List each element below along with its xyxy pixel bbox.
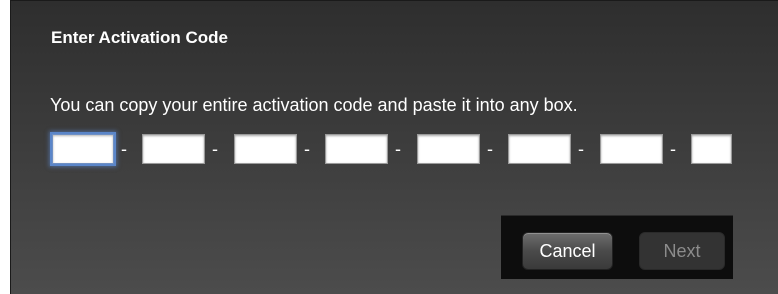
dialog-title: Enter Activation Code xyxy=(51,28,228,47)
cancel-button[interactable]: Cancel xyxy=(522,232,613,270)
code-field-1[interactable] xyxy=(52,134,114,164)
activation-dialog: Enter Activation Code You can copy your … xyxy=(10,0,778,294)
code-field-4[interactable] xyxy=(325,134,388,164)
code-separator: - xyxy=(304,139,310,159)
code-separator: - xyxy=(121,139,127,159)
code-field-7[interactable] xyxy=(600,134,663,164)
next-button[interactable]: Next xyxy=(639,232,725,270)
code-separator: - xyxy=(487,139,493,159)
code-field-6[interactable] xyxy=(508,134,571,164)
code-separator: - xyxy=(212,139,218,159)
button-bar: Cancel Next xyxy=(501,215,733,279)
code-field-2[interactable] xyxy=(142,134,205,164)
code-separator: - xyxy=(578,139,584,159)
code-field-5[interactable] xyxy=(417,134,480,164)
code-separator: - xyxy=(670,139,676,159)
instructions-text: You can copy your entire activation code… xyxy=(50,95,578,115)
code-field-8[interactable] xyxy=(691,134,732,164)
code-field-3[interactable] xyxy=(234,134,297,164)
code-separator: - xyxy=(395,139,401,159)
